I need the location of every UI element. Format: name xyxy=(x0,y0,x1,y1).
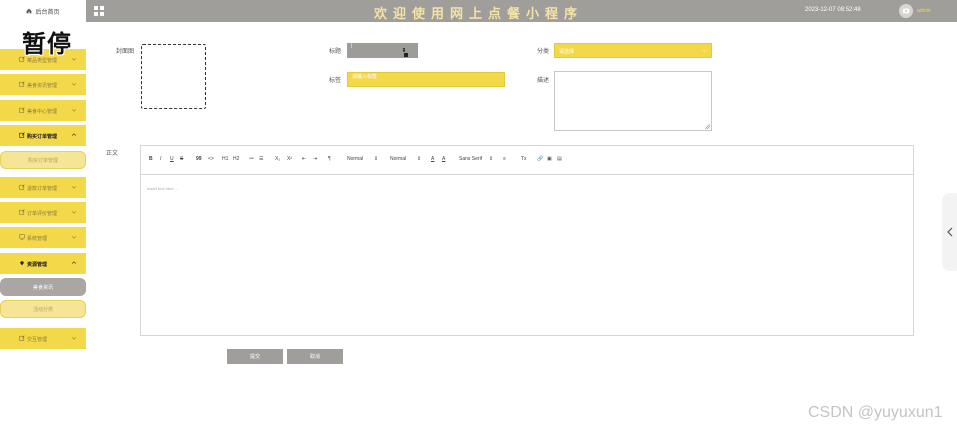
description-textarea[interactable] xyxy=(554,71,712,131)
sidebar-item-food-center[interactable]: 美食中心管理 xyxy=(0,100,86,121)
sidebar-item-interaction[interactable]: 交互管理 xyxy=(0,328,86,349)
ordered-list-button[interactable]: ≔ xyxy=(249,156,254,163)
chevron-down-icon xyxy=(702,49,707,52)
background-color-button[interactable]: A xyxy=(442,156,445,163)
subscript-button[interactable]: X₂ xyxy=(275,156,280,163)
code-block-button[interactable]: <> xyxy=(208,156,214,163)
submenu-item-food-news[interactable]: 美食资讯 xyxy=(0,278,86,296)
header1-button[interactable]: H1 xyxy=(222,156,228,163)
sidebar-item-label: 资源管理 xyxy=(27,262,48,268)
chevron-down-icon xyxy=(71,83,77,86)
watermark: CSDN @yuyuxun1 xyxy=(808,404,943,421)
sidebar-item-system[interactable]: 系统管理 xyxy=(0,227,86,248)
bold-button[interactable]: B xyxy=(149,156,153,163)
edit-icon xyxy=(19,184,25,190)
tags-input[interactable]: 请输入标签 xyxy=(347,72,505,87)
video-button[interactable]: ▤ xyxy=(557,156,562,163)
bullet-list-button[interactable]: ☰ xyxy=(259,156,263,163)
mouse-cursor-icon xyxy=(403,48,408,57)
edit-icon xyxy=(19,209,25,215)
cover-label: 封面图 xyxy=(116,49,135,55)
underline-button[interactable]: U xyxy=(170,156,174,163)
sidebar-item-label: 购买订单管理 xyxy=(27,134,58,140)
sidebar-item-refund-orders[interactable]: 退款订单管理 xyxy=(0,177,86,198)
edit-icon xyxy=(19,81,25,87)
chevron-down-icon xyxy=(71,337,77,340)
header-select[interactable]: Normal xyxy=(390,156,406,163)
location-icon xyxy=(20,261,24,266)
submit-button[interactable]: 提交 xyxy=(227,349,283,364)
text-direction-button[interactable]: ¶ xyxy=(328,156,331,163)
top-header: 后台首页 欢迎使用网上点餐小程序 2023-12-07 08:52:48 adm… xyxy=(0,0,957,22)
description-label: 描述 xyxy=(537,78,550,84)
indent-button[interactable]: ⇥ xyxy=(313,156,317,163)
submenu-item-activity-category[interactable]: 活动分类 xyxy=(0,300,86,318)
chevron-down-icon xyxy=(71,109,77,112)
sidebar-item-label: 交互管理 xyxy=(27,337,48,343)
chevron-updown-icon: ⇕ xyxy=(374,156,379,162)
chevron-down-icon xyxy=(71,211,77,214)
sidebar-item-order-reviews[interactable]: 订单评价管理 xyxy=(0,202,86,223)
align-button[interactable]: ≡ xyxy=(503,156,506,163)
editor-toolbar: B I U S 99 <> H1 H2 ≔ ☰ X₂ X² ⇤ ⇥ ¶ Norm… xyxy=(141,146,913,175)
chevron-up-icon xyxy=(71,261,77,264)
sidebar-item-label: 订单评价管理 xyxy=(27,211,58,217)
edit-icon xyxy=(19,107,25,113)
pause-overlay: 暂停 xyxy=(22,30,72,58)
strike-button[interactable]: S xyxy=(180,156,183,163)
cancel-button[interactable]: 取消 xyxy=(287,349,343,364)
cover-image-upload[interactable] xyxy=(141,44,206,109)
avatar[interactable] xyxy=(899,4,913,18)
sidebar-item-label: 系统管理 xyxy=(27,236,48,242)
superscript-button[interactable]: X² xyxy=(287,156,292,163)
submenu-item-purchase-orders[interactable]: 购买订单管理 xyxy=(0,151,86,169)
chevron-down-icon xyxy=(71,186,77,189)
header2-button[interactable]: H2 xyxy=(233,156,239,163)
italic-button[interactable]: I xyxy=(160,156,161,163)
font-color-button[interactable]: A xyxy=(431,156,434,163)
font-select[interactable]: Sans Serif xyxy=(459,156,482,163)
tags-label: 标签 xyxy=(329,78,342,84)
title-label: 标题 xyxy=(329,49,342,55)
chevron-updown-icon: ⇕ xyxy=(417,156,422,162)
sidebar-item-resources[interactable]: 资源管理 xyxy=(0,253,86,274)
size-select[interactable]: Normal xyxy=(347,156,363,163)
datetime: 2023-12-07 08:52:48 xyxy=(805,7,861,13)
blockquote-button[interactable]: 99 xyxy=(196,156,202,163)
sidebar-item-label: 退款订单管理 xyxy=(27,186,58,192)
edit-icon xyxy=(19,335,25,341)
category-select-value: 请选择 xyxy=(559,49,575,55)
monitor-icon xyxy=(19,234,25,240)
chevron-down-icon xyxy=(71,236,77,239)
chevron-left-icon xyxy=(947,227,953,237)
category-label: 分类 xyxy=(537,49,550,55)
username[interactable]: admin xyxy=(917,8,931,14)
edit-icon xyxy=(19,132,25,138)
resize-handle-icon[interactable] xyxy=(705,124,710,129)
category-select[interactable]: 请选择 xyxy=(554,43,712,58)
collapse-panel-tab[interactable] xyxy=(942,193,957,271)
sidebar-item-label: 美食中心管理 xyxy=(27,109,58,115)
chevron-updown-icon: ⇕ xyxy=(489,156,494,162)
user-icon xyxy=(902,8,910,14)
clean-format-button[interactable]: Tx xyxy=(521,156,527,163)
content-label: 正文 xyxy=(106,151,119,157)
rich-text-editor: B I U S 99 <> H1 H2 ≔ ☰ X₂ X² ⇤ ⇥ ¶ Norm… xyxy=(140,145,914,336)
chevron-up-icon xyxy=(71,133,77,136)
editor-content-area[interactable]: Insert text here ... xyxy=(147,186,178,191)
image-button[interactable]: ▣ xyxy=(547,156,552,163)
sidebar-item-food-news[interactable]: 美食资讯管理 xyxy=(0,74,86,95)
sidebar-item-purchase-orders[interactable]: 购买订单管理 xyxy=(0,125,86,146)
sidebar-item-label: 美食资讯管理 xyxy=(27,83,58,89)
link-button[interactable]: 🔗 xyxy=(537,156,543,163)
outdent-button[interactable]: ⇤ xyxy=(302,156,306,163)
